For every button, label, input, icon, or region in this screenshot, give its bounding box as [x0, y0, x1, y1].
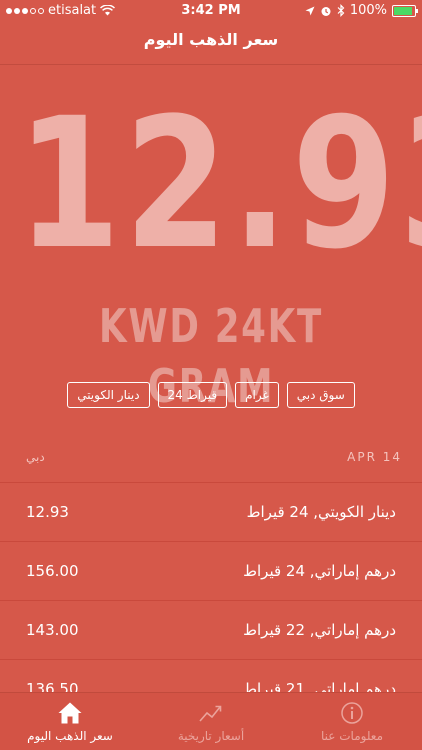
price-row-name: دينار الكويتي, 24 قيراط [246, 503, 396, 521]
alarm-clock-icon [321, 6, 331, 16]
price-row-name: درهم إماراتي, 22 قيراط [243, 621, 396, 639]
nav-divider [0, 64, 422, 65]
price-row-name: درهم إماراتي, 24 قيراط [243, 562, 396, 580]
price-row[interactable]: درهم إماراتي, 24 قيراط 156.00 [0, 541, 422, 600]
price-row-value: 12.93 [26, 503, 69, 521]
price-row-value: 156.00 [26, 562, 79, 580]
list-place-label: دبي [26, 450, 45, 464]
list-date-label: APR 14 [347, 450, 402, 464]
screen: etisalat 3:42 PM 100% سعر الذهب اليوم 12… [0, 0, 422, 750]
filter-chips: سوق دبي غرام قيراط 24 دينار الكويتي [0, 382, 422, 408]
tab-history[interactable]: أسعار تاريخية [141, 693, 281, 750]
home-icon [58, 702, 82, 724]
karat-chip[interactable]: قيراط 24 [157, 382, 228, 408]
gold-price-display: 12.93 [16, 80, 422, 289]
trend-chart-icon [199, 705, 222, 722]
tab-home-label: سعر الذهب اليوم [27, 729, 113, 743]
list-header: دبي APR 14 [0, 450, 422, 468]
battery-fill [394, 6, 412, 15]
battery-percent: 100% [349, 3, 387, 18]
bluetooth-icon [337, 4, 345, 17]
price-row[interactable]: درهم إماراتي, 22 قيراط 143.00 [0, 600, 422, 659]
tab-home[interactable]: سعر الذهب اليوم [0, 693, 140, 750]
status-right: 100% [305, 3, 418, 18]
tab-about-label: معلومات عنا [320, 729, 384, 743]
info-icon [341, 702, 363, 724]
tab-bar: سعر الذهب اليوم أسعار تاريخية معلومات عن… [0, 692, 422, 750]
market-chip[interactable]: سوق دبي [286, 382, 355, 408]
battery-icon [392, 4, 418, 17]
location-arrow-icon [305, 6, 315, 15]
status-bar: etisalat 3:42 PM 100% [0, 0, 422, 22]
page-title: سعر الذهب اليوم [143, 30, 279, 49]
weight-unit-chip[interactable]: غرام [235, 382, 279, 408]
price-row-value: 143.00 [26, 621, 79, 639]
currency-chip[interactable]: دينار الكويتي [67, 382, 150, 408]
price-row[interactable]: دينار الكويتي, 24 قيراط 12.93 [0, 482, 422, 541]
tab-history-label: أسعار تاريخية [177, 729, 245, 743]
tab-about[interactable]: معلومات عنا [282, 693, 422, 750]
